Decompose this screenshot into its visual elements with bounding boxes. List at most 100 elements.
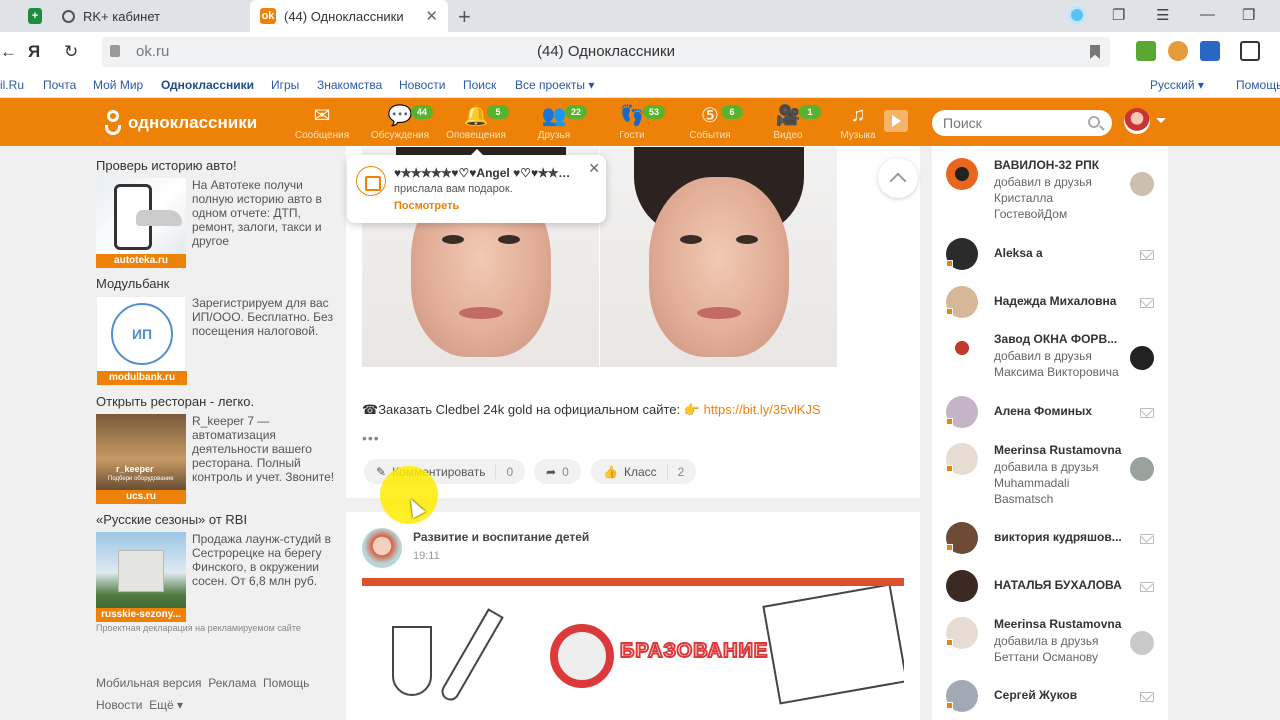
menu-icon[interactable]: ☰ <box>1156 6 1169 24</box>
bookmark-pochta[interactable]: Почта <box>43 78 76 92</box>
education-banner-image[interactable]: БРАЗОВАНИЕ <box>362 578 904 720</box>
footer-more-link[interactable]: Ещё ▾ <box>149 698 183 712</box>
friend-avatar[interactable] <box>946 570 978 602</box>
nav-music[interactable]: ♫ Музыка <box>823 102 893 142</box>
yandex-logo-icon[interactable]: Я <box>28 42 40 62</box>
bookmark-novosti[interactable]: Новости <box>399 78 445 92</box>
ad-title[interactable]: Модульбанк <box>96 276 336 291</box>
ad-russkie-sezony[interactable]: «Русские сезоны» от RBI russkie-sezony..… <box>96 512 336 622</box>
ad-image-restaurant[interactable]: r_keeper Подбери оборудование ucs.ru <box>96 414 186 504</box>
friend-row[interactable]: Алена Фоминых <box>946 396 1158 428</box>
friend-name[interactable]: Aleksa a <box>994 246 1124 260</box>
friend-name[interactable]: Алена Фоминых <box>994 404 1124 418</box>
search-icon[interactable] <box>1088 116 1100 128</box>
extension-chat-icon[interactable] <box>1240 41 1260 61</box>
extension-mail-icon[interactable] <box>1200 41 1220 61</box>
ad-rkeeper[interactable]: Открыть ресторан - легко. r_keeper Подбе… <box>96 394 336 504</box>
envelope-icon[interactable] <box>1140 582 1154 592</box>
friend-name[interactable]: виктория кудряшов... <box>994 530 1124 544</box>
nav-messages[interactable]: ✉ Сообщения <box>287 102 357 142</box>
ad-text[interactable]: На Автотеке получи полную историю авто в… <box>192 178 336 248</box>
ad-image-building[interactable]: russkie-sezony... <box>96 532 186 622</box>
notification-sender[interactable]: ♥✯✯✯✯✯♥♡♥Angel ♥♡♥✯✯✯✯... <box>394 166 578 180</box>
friend-avatar[interactable] <box>946 158 978 190</box>
url-bar[interactable]: ok.ru (44) Одноклассники <box>102 37 1110 67</box>
bookmark-odnoklassniki[interactable]: Одноклассники <box>161 78 254 92</box>
ad-modulbank[interactable]: Модульбанк ИП modulbank.ru Зарегистрируе… <box>96 276 336 386</box>
friend-row[interactable]: Meerinsa Rustamovna добавила в друзья Mu… <box>946 443 1158 507</box>
friend-row[interactable]: Aleksa a <box>946 238 1158 270</box>
ad-image-phone-car[interactable]: autoteka.ru <box>96 178 186 268</box>
ad-caption[interactable]: autoteka.ru <box>96 254 186 268</box>
help-link[interactable]: Помощь <box>1236 78 1280 92</box>
group-name[interactable]: Развитие и воспитание детей <box>413 530 589 544</box>
friend-row[interactable]: Завод ОКНА ФОРВ... добавил в друзья Макс… <box>946 332 1158 396</box>
friend-row[interactable]: виктория кудряшов... <box>946 522 1158 554</box>
friend-row[interactable]: ВАВИЛОН-32 РПК добавил в друзья Кристалл… <box>946 158 1158 222</box>
ad-text[interactable]: Зарегистрируем для вас ИП/ООО. Бесплатно… <box>192 296 336 338</box>
reload-icon[interactable]: ↻ <box>64 42 78 62</box>
friend-name[interactable]: Надежда Михаловна <box>994 294 1124 308</box>
nav-video[interactable]: 🎥 Видео 1 <box>753 102 823 141</box>
envelope-icon[interactable] <box>1140 692 1154 702</box>
music-play-icon[interactable] <box>884 110 908 132</box>
envelope-icon[interactable] <box>1140 408 1154 418</box>
bookmark-poisk[interactable]: Поиск <box>463 78 496 92</box>
language-select[interactable]: Русский ▾ <box>1150 78 1204 92</box>
search-input[interactable] <box>943 115 1083 131</box>
envelope-icon[interactable] <box>1140 534 1154 544</box>
friend-row[interactable]: НАТАЛЬЯ БУХАЛОВА <box>946 570 1158 602</box>
added-friend-thumb[interactable] <box>1130 346 1154 370</box>
bookmark-all-projects[interactable]: Все проекты ▾ <box>515 78 594 92</box>
footer-help-link[interactable]: Помощь <box>263 676 309 690</box>
friend-row[interactable]: Сергей Жуков <box>946 680 1158 712</box>
friend-name[interactable]: Завод ОКНА ФОРВ... <box>994 332 1124 346</box>
user-avatar[interactable] <box>1124 108 1150 134</box>
search-box[interactable] <box>932 110 1112 136</box>
friend-name[interactable]: Сергей Жуков <box>994 688 1124 702</box>
footer-mobile-link[interactable]: Мобильная версия <box>96 676 202 690</box>
bookmark-mail-ru[interactable]: il.Ru <box>0 78 24 92</box>
scroll-up-button[interactable] <box>878 158 918 198</box>
tab-rk-cabinet[interactable]: RK+ кабинет <box>52 0 248 32</box>
close-tab-icon[interactable]: ✕ <box>425 7 438 25</box>
friend-avatar[interactable] <box>946 332 978 364</box>
chevron-down-icon[interactable] <box>1156 118 1166 128</box>
back-arrow-icon[interactable]: ← <box>0 42 17 62</box>
ad-title[interactable]: «Русские сезоны» от RBI <box>96 512 336 527</box>
ok-logo[interactable]: одноклассники <box>104 110 257 136</box>
post-more-ellipsis[interactable]: ••• <box>362 430 380 446</box>
extension-orange-icon[interactable] <box>1168 41 1188 61</box>
friend-name[interactable]: Meerinsa Rustamovna <box>994 443 1124 457</box>
post-photo-after[interactable] <box>600 147 837 367</box>
friend-name[interactable]: Meerinsa Rustamovna <box>994 617 1124 631</box>
bookmarks-panel-icon[interactable]: ❐ <box>1112 6 1125 24</box>
bookmark-moy-mir[interactable]: Мой Мир <box>93 78 143 92</box>
close-icon[interactable]: ✕ <box>588 160 600 177</box>
tab-odnoklassniki[interactable]: ok (44) Одноклассники ✕ <box>250 0 448 32</box>
ad-caption[interactable]: ucs.ru <box>96 490 186 504</box>
group-avatar[interactable] <box>362 528 402 568</box>
footer-ads-link[interactable]: Реклама <box>208 676 256 690</box>
friend-row[interactable]: Надежда Михаловна <box>946 286 1158 318</box>
nav-discussions[interactable]: 💬 Обсуждения 44 <box>365 102 435 141</box>
ad-image-ip-logo[interactable]: ИП modulbank.ru <box>96 296 187 386</box>
post-link[interactable]: https://bit.ly/35vlKJS <box>704 402 821 417</box>
nav-guests[interactable]: 👣 Гости 53 <box>597 102 667 141</box>
ad-text[interactable]: R_keeper 7 — автоматизация деятельности … <box>192 414 336 484</box>
ad-title[interactable]: Проверь историю авто! <box>96 158 336 173</box>
gift-notification-popup[interactable]: ♥✯✯✯✯✯♥♡♥Angel ♥♡♥✯✯✯✯... прислала вам п… <box>347 149 606 223</box>
added-friend-thumb[interactable] <box>1130 172 1154 196</box>
added-friend-thumb[interactable] <box>1130 631 1154 655</box>
new-tab-plus-icon[interactable]: + <box>458 4 471 30</box>
ad-autoteka[interactable]: Проверь историю авто! autoteka.ru На Авт… <box>96 158 336 268</box>
bookmark-igry[interactable]: Игры <box>271 78 299 92</box>
nav-events[interactable]: ⑤ События 6 <box>675 102 745 141</box>
restore-icon[interactable]: ❐ <box>1242 6 1255 24</box>
envelope-icon[interactable] <box>1140 250 1154 260</box>
friend-row[interactable]: Meerinsa Rustamovna добавила в друзья Бе… <box>946 617 1158 681</box>
alice-icon[interactable] <box>1068 6 1086 24</box>
nav-friends[interactable]: 👥 Друзья 22 <box>519 102 589 141</box>
minimize-icon[interactable]: — <box>1200 6 1215 23</box>
tab-sheets-pinned[interactable]: + <box>22 0 50 32</box>
